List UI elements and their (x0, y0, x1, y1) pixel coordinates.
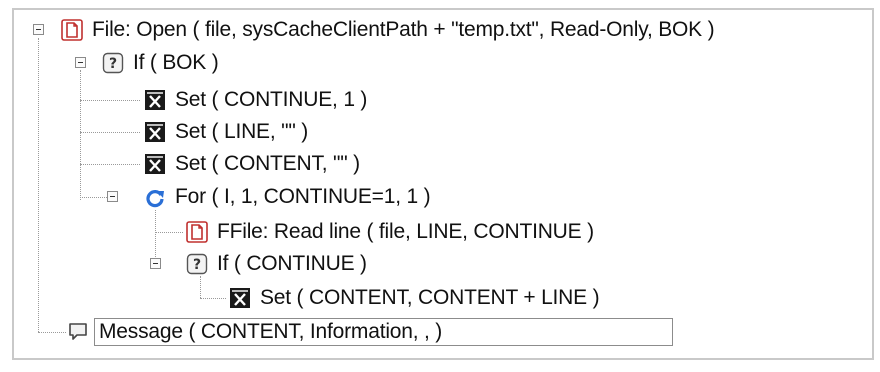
tree-line (155, 232, 183, 233)
tree-node-set-line[interactable]: Set ( LINE, "" ) (143, 117, 308, 147)
set-variable-icon (143, 120, 167, 144)
collapse-toggle[interactable] (33, 24, 44, 35)
tree-line (155, 210, 156, 265)
tree-line (38, 332, 66, 333)
file-icon (185, 220, 209, 244)
node-label: If ( CONTINUE ) (217, 252, 367, 275)
tree-line (80, 197, 107, 198)
tree-line (80, 164, 140, 165)
collapse-toggle[interactable] (107, 191, 118, 202)
tree-line (200, 298, 226, 299)
tree-node-file-open[interactable]: File: Open ( file, sysCacheClientPath + … (60, 15, 715, 45)
condition-icon: ? (101, 51, 125, 75)
svg-text:?: ? (193, 257, 201, 273)
tree-line (80, 132, 140, 133)
tree-node-set-content[interactable]: Set ( CONTENT, "" ) (143, 149, 360, 179)
collapse-toggle[interactable] (150, 258, 161, 269)
collapse-toggle[interactable] (75, 57, 86, 68)
tree-node-message[interactable]: Message ( CONTENT, Information, , ) (66, 317, 674, 347)
node-label: If ( BOK ) (133, 51, 219, 74)
node-label: Set ( CONTENT, "" ) (175, 152, 360, 175)
tree-line (200, 276, 201, 298)
tree-line (80, 100, 140, 101)
node-label: File: Open ( file, sysCacheClientPath + … (92, 18, 715, 41)
svg-text:?: ? (109, 56, 117, 72)
tree-node-if-bok[interactable]: ? If ( BOK ) (101, 48, 219, 78)
condition-icon: ? (185, 252, 209, 276)
tree-node-file-read-line[interactable]: FFile: Read line ( file, LINE, CONTINUE … (185, 217, 594, 247)
tree-node-set-content-append[interactable]: Set ( CONTENT, CONTENT + LINE ) (228, 283, 600, 313)
node-label: FFile: Read line ( file, LINE, CONTINUE … (217, 220, 594, 243)
node-label: For ( I, 1, CONTINUE=1, 1 ) (175, 185, 431, 208)
tree-line (38, 38, 39, 332)
file-icon (60, 18, 84, 42)
message-icon (66, 320, 90, 344)
node-label: Set ( CONTENT, CONTENT + LINE ) (260, 286, 600, 309)
tree-node-if-continue[interactable]: ? If ( CONTINUE ) (185, 249, 367, 279)
node-label: Set ( CONTINUE, 1 ) (175, 88, 368, 111)
set-variable-icon (143, 88, 167, 112)
set-variable-icon (143, 152, 167, 176)
tree-node-set-continue[interactable]: Set ( CONTINUE, 1 ) (143, 85, 367, 115)
set-variable-icon (228, 286, 252, 310)
loop-icon (143, 185, 167, 209)
node-label: Set ( LINE, "" ) (175, 120, 309, 143)
tree-line (80, 70, 81, 200)
node-label[interactable]: Message ( CONTENT, Information, , ) (94, 318, 674, 346)
script-tree: File: Open ( file, sysCacheClientPath + … (0, 0, 880, 372)
tree-node-for-loop[interactable]: For ( I, 1, CONTINUE=1, 1 ) (143, 182, 431, 212)
